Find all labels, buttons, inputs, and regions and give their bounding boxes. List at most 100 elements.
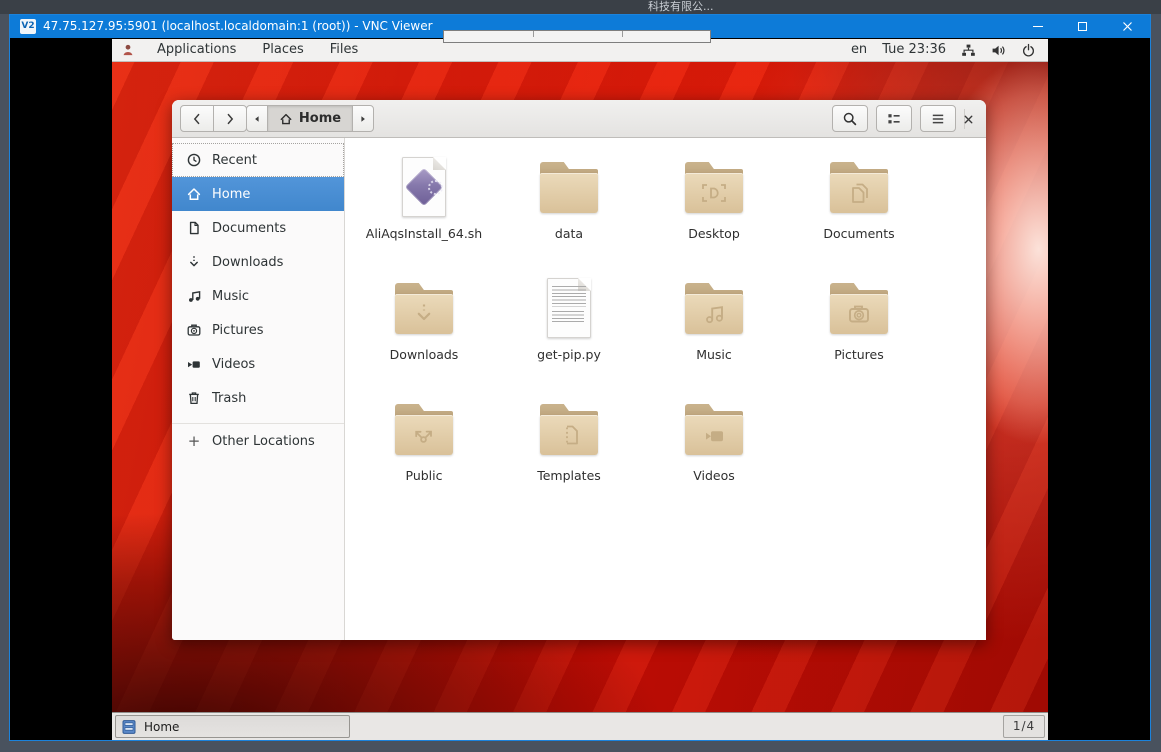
vnc-floating-toolbar[interactable] <box>443 30 711 43</box>
forward-button[interactable] <box>213 105 247 132</box>
menu-applications[interactable]: Applications <box>144 39 249 62</box>
file-name: Pictures <box>834 348 884 362</box>
path-segment-label: Home <box>299 111 341 126</box>
file-item-folder-desktop[interactable]: Desktop <box>649 156 779 268</box>
music-emblem-icon <box>699 301 729 327</box>
file-cabinet-icon <box>121 719 137 735</box>
icon-view-icon <box>886 111 902 127</box>
gear-icon <box>428 180 443 195</box>
sidebar-item-label: Home <box>212 187 250 202</box>
file-item-text-file[interactable]: get-pip.py <box>504 277 634 389</box>
pictures-emblem-icon <box>844 301 874 327</box>
files-headerbar[interactable]: Home <box>172 100 986 138</box>
background-window-strip: 科技有限公... <box>0 0 1161 14</box>
taskbar-home-button[interactable]: Home <box>115 715 350 738</box>
chevron-right-icon <box>222 111 238 127</box>
sidebar-item-recent[interactable]: Recent <box>172 143 344 177</box>
toolbar-separator <box>533 31 534 37</box>
video-icon <box>186 356 202 372</box>
taskbar-button-label: Home <box>144 720 179 734</box>
sidebar-item-label: Trash <box>212 391 246 406</box>
sidebar-item-downloads[interactable]: Downloads <box>172 245 344 279</box>
search-icon <box>842 111 858 127</box>
toolbar-separator <box>622 31 623 37</box>
triangle-right-icon <box>359 115 367 123</box>
keyboard-layout-indicator[interactable]: en <box>851 39 867 61</box>
gnome-status-area: en Tue 23:36 <box>851 39 1048 61</box>
remote-desktop: Applications Places Files en Tue 23:36 <box>112 39 1048 740</box>
share-emblem-icon <box>409 422 439 448</box>
camera-icon <box>186 322 202 338</box>
plus-icon: + <box>186 433 202 449</box>
folder-pictures-icon <box>827 277 891 341</box>
download-icon <box>186 254 202 270</box>
network-icon[interactable] <box>961 43 976 58</box>
files-close-button[interactable] <box>958 110 978 128</box>
file-item-folder-public[interactable]: Public <box>359 398 489 510</box>
window-menu-button[interactable] <box>920 105 956 132</box>
chevron-left-icon <box>189 111 205 127</box>
folder-downloads-icon <box>392 277 456 341</box>
workspace-indicator[interactable]: 1/4 <box>1003 715 1045 738</box>
file-item-folder-pictures[interactable]: Pictures <box>794 277 924 389</box>
sidebar-item-label: Downloads <box>212 255 283 270</box>
sidebar-item-home[interactable]: Home <box>172 177 344 211</box>
close-button[interactable] <box>1105 15 1150 38</box>
search-button[interactable] <box>832 105 868 132</box>
file-item-folder-templates[interactable]: Templates <box>504 398 634 510</box>
file-item-folder[interactable]: data <box>504 156 634 268</box>
clock-icon <box>186 152 202 168</box>
document-icon <box>186 220 202 236</box>
sidebar-item-pictures[interactable]: Pictures <box>172 313 344 347</box>
view-toggle-button[interactable] <box>876 105 912 132</box>
file-name: AliAqsInstall_64.sh <box>366 227 482 241</box>
sidebar-item-label: Documents <box>212 221 286 236</box>
folder-music-icon <box>682 277 746 341</box>
trash-icon <box>186 390 202 406</box>
folder-public-icon <box>392 398 456 462</box>
file-item-shell-script[interactable]: AliAqsInstall_64.sh <box>359 156 489 268</box>
home-icon <box>186 186 202 202</box>
folder-desktop-icon <box>682 156 746 220</box>
path-previous-button[interactable] <box>246 105 268 132</box>
sidebar-item-documents[interactable]: Documents <box>172 211 344 245</box>
sidebar-item-music[interactable]: Music <box>172 279 344 313</box>
shell-script-icon <box>392 156 456 220</box>
menu-places[interactable]: Places <box>249 39 316 62</box>
file-item-folder-documents[interactable]: Documents <box>794 156 924 268</box>
file-name: Desktop <box>688 227 740 241</box>
hamburger-icon <box>930 111 946 127</box>
close-icon <box>962 113 975 126</box>
file-name: Downloads <box>390 348 459 362</box>
maximize-icon <box>1078 22 1087 31</box>
folder-templates-icon <box>537 398 601 462</box>
file-item-folder-music[interactable]: Music <box>649 277 779 389</box>
sidebar-item-label: Recent <box>212 153 257 168</box>
sidebar-item-trash[interactable]: Trash <box>172 381 344 415</box>
applications-menu-icon <box>121 43 135 57</box>
window-list-taskbar: Home 1/4 <box>112 712 1048 740</box>
folder-documents-icon <box>827 156 891 220</box>
file-grid: AliAqsInstall_64.sh data Desktop <box>345 138 986 640</box>
sidebar-item-other-locations[interactable]: + Other Locations <box>172 424 344 458</box>
path-segment-home[interactable]: Home <box>267 105 353 132</box>
gnome-menus: Applications Places Files <box>112 39 371 62</box>
window-controls <box>1015 15 1150 38</box>
path-next-button[interactable] <box>352 105 374 132</box>
file-item-folder-downloads[interactable]: Downloads <box>359 277 489 389</box>
maximize-button[interactable] <box>1060 15 1105 38</box>
clock[interactable]: Tue 23:36 <box>882 39 946 61</box>
power-icon[interactable] <box>1021 43 1036 58</box>
back-button[interactable] <box>180 105 214 132</box>
minimize-button[interactable] <box>1015 15 1060 38</box>
sidebar-item-label: Videos <box>212 357 255 372</box>
menu-files[interactable]: Files <box>317 39 372 62</box>
file-name: Videos <box>693 469 735 483</box>
folder-icon <box>537 156 601 220</box>
screenshot-stage: 科技有限公... V2 47.75.127.95:5901 (localhost… <box>0 0 1161 752</box>
sidebar-item-videos[interactable]: Videos <box>172 347 344 381</box>
file-name: data <box>555 227 583 241</box>
volume-icon[interactable] <box>991 43 1006 58</box>
sidebar-item-label: Pictures <box>212 323 263 338</box>
file-item-folder-videos[interactable]: Videos <box>649 398 779 510</box>
